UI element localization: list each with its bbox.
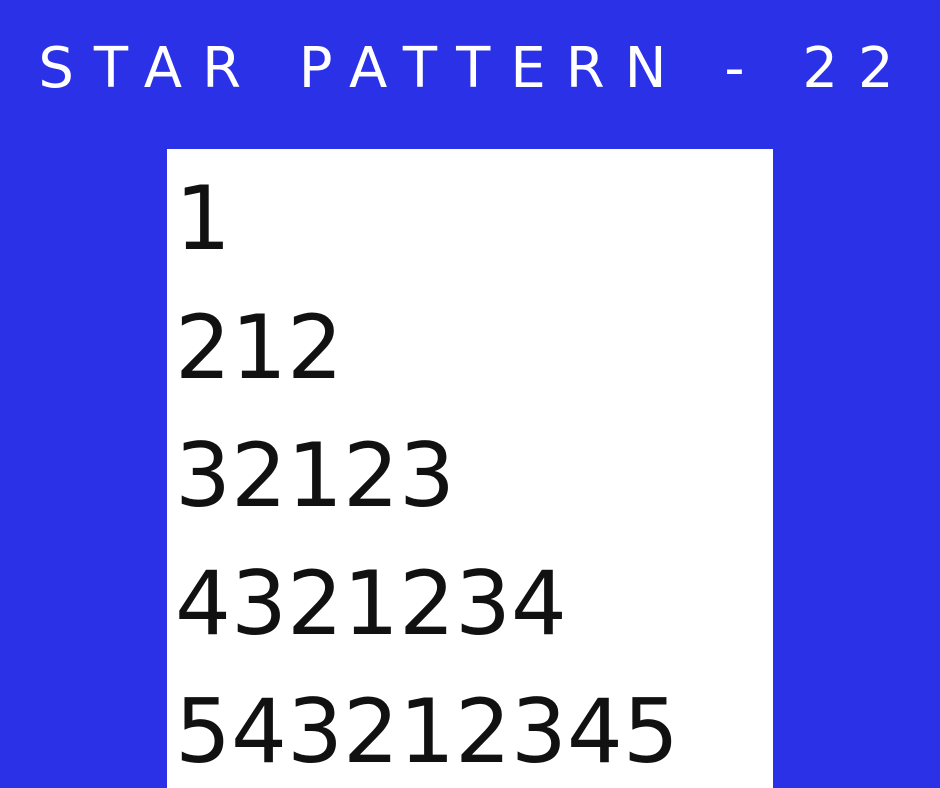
pattern-line-5: 543212345 <box>175 680 679 783</box>
page-title: STAR PATTERN - 22 <box>38 36 914 101</box>
pattern-line-3: 32123 <box>175 424 455 527</box>
pattern-line-1: 1 <box>175 167 231 270</box>
pattern-line-2: 212 <box>175 296 343 399</box>
pattern-line-4: 4321234 <box>175 552 567 655</box>
pattern-output-panel: 1 212 32123 4321234 543212345 <box>167 149 773 788</box>
